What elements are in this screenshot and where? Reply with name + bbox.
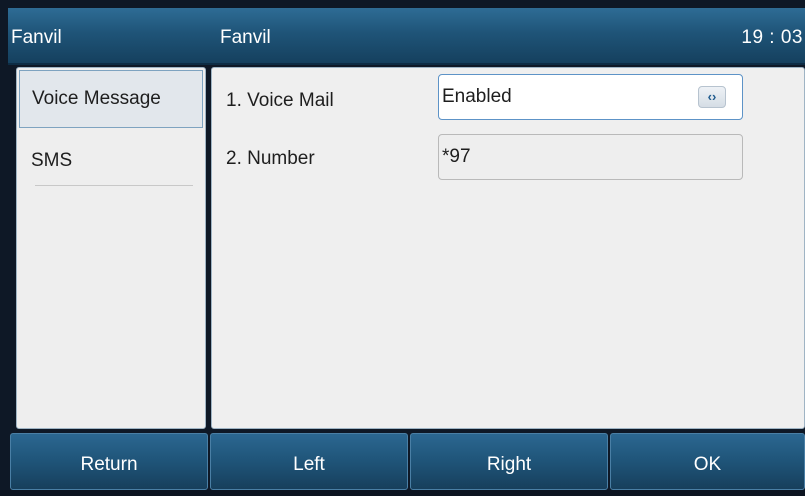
left-right-arrows-icon[interactable]: ‹› — [698, 86, 726, 108]
voice-mail-value: Enabled — [442, 86, 512, 107]
menu-item-voice-message[interactable]: Voice Message — [19, 70, 203, 128]
settings-panel: 1. Voice Mail Enabled ‹› 2. Number *97 — [211, 67, 805, 429]
ok-button[interactable]: OK — [610, 433, 805, 490]
side-menu: Voice Message SMS — [16, 67, 206, 429]
clock: 19 : 03 — [741, 27, 803, 48]
menu-divider — [35, 185, 193, 186]
number-value: *97 — [442, 146, 471, 167]
right-button[interactable]: Right — [410, 433, 608, 490]
brand-title: Fanvil — [11, 27, 62, 48]
number-label: 2. Number — [226, 148, 315, 169]
voice-mail-label: 1. Voice Mail — [226, 90, 334, 111]
return-button[interactable]: Return — [10, 433, 208, 490]
voice-mail-select[interactable]: Enabled ‹› — [438, 74, 743, 120]
page-title: Fanvil — [220, 27, 271, 48]
left-button[interactable]: Left — [210, 433, 408, 490]
phone-screen: Fanvil Fanvil 19 : 03 Voice Message SMS … — [0, 0, 805, 490]
softkey-bar: Return Left Right OK — [8, 433, 805, 490]
number-field[interactable]: *97 — [438, 134, 743, 180]
menu-item-sms[interactable]: SMS — [19, 132, 203, 190]
title-bar: Fanvil Fanvil 19 : 03 — [8, 8, 805, 65]
